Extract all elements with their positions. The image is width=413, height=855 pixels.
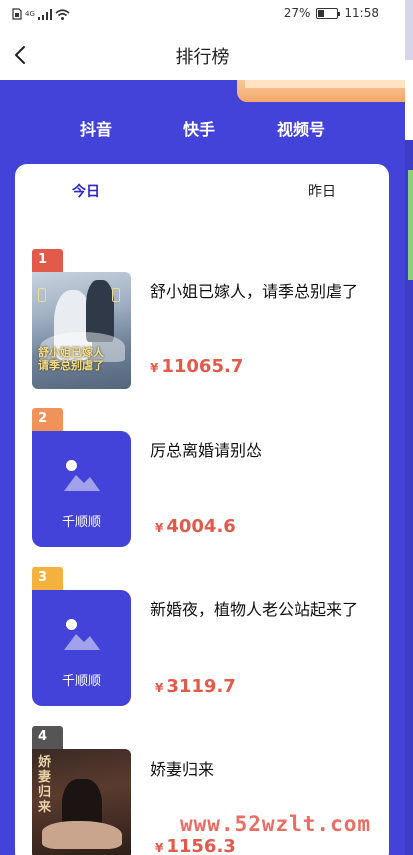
watermark: www.52wzlt.com <box>180 812 372 836</box>
page-title: 排行榜 <box>175 47 230 68</box>
poster-woman-figure <box>42 821 122 849</box>
revenue-value: 11065.7 <box>161 356 244 377</box>
image-placeholder-icon <box>64 475 100 491</box>
revenue-value: 3119.7 <box>166 676 236 697</box>
status-bar: 4G 27% 11:58 <box>0 0 413 60</box>
tab-yesterday[interactable]: 昨日 <box>308 181 336 201</box>
poster-ornament <box>38 288 46 302</box>
currency-symbol: ¥ <box>155 681 164 695</box>
rank-badge: 3 <box>32 567 63 591</box>
banner-decoration <box>237 80 405 102</box>
drama-title[interactable]: 娇妻归来 <box>150 756 214 780</box>
image-placeholder-icon <box>64 634 100 650</box>
wifi-icon <box>55 8 70 20</box>
currency-symbol: ¥ <box>155 841 164 855</box>
status-icons-left: 4G <box>12 8 70 20</box>
drama-cover-placeholder[interactable]: 千顺顺 <box>32 431 131 547</box>
drama-revenue: ¥3119.7 <box>155 676 236 697</box>
drama-cover-poster[interactable]: 舒小姐已嫁人 请季总别虐了 <box>32 272 131 389</box>
rank-badge: 2 <box>32 408 63 432</box>
battery-icon <box>316 7 341 19</box>
platform-tabs: 抖音 快手 视频号 <box>0 116 405 146</box>
drama-revenue: ¥11065.7 <box>150 356 243 377</box>
drama-title[interactable]: 新婚夜，植物人老公站起来了 <box>150 596 358 620</box>
drama-revenue: ¥4004.6 <box>155 516 236 537</box>
currency-symbol: ¥ <box>155 521 164 535</box>
tab-today[interactable]: 今日 <box>72 181 100 201</box>
drama-revenue: ¥1156.3 <box>155 836 236 855</box>
signal-icon <box>37 8 52 20</box>
placeholder-label: 千顺顺 <box>61 515 101 530</box>
network-type: 4G <box>25 9 35 18</box>
poster-title-art: 娇妻归来 <box>38 755 52 815</box>
revenue-value: 4004.6 <box>166 516 236 537</box>
status-icons-right: 27% 11:58 <box>284 6 379 20</box>
poster-title-art: 舒小姐已嫁人 请季总别虐了 <box>38 346 104 372</box>
rank-badge: 4 <box>32 726 63 750</box>
tab-shipinhao[interactable]: 视频号 <box>277 116 325 140</box>
revenue-value: 1156.3 <box>166 836 236 855</box>
sim-icon <box>12 8 22 20</box>
tab-douyin[interactable]: 抖音 <box>80 116 112 140</box>
drama-title[interactable]: 舒小姐已嫁人，请季总别虐了 <box>150 278 358 302</box>
edge-indicator <box>408 170 413 280</box>
edge-shadow <box>405 0 413 60</box>
currency-symbol: ¥ <box>150 361 159 375</box>
nav-header: 排行榜 <box>0 30 405 80</box>
placeholder-label: 千顺顺 <box>61 674 101 689</box>
drama-cover-placeholder[interactable]: 千顺顺 <box>32 590 131 706</box>
ranking-card: 今日 昨日 1 舒小姐已嫁人 请季总别虐了 舒小姐已嫁人，请季总别虐了 ¥110… <box>15 164 389 855</box>
tab-kuaishou[interactable]: 快手 <box>183 116 215 140</box>
poster-ornament <box>112 288 120 302</box>
drama-title[interactable]: 厉总离婚请别怂 <box>150 437 262 461</box>
battery-percent: 27% <box>283 6 311 20</box>
drama-cover-poster[interactable]: 娇妻归来 <box>32 749 131 855</box>
clock: 11:58 <box>344 6 379 20</box>
rank-badge: 1 <box>32 249 63 273</box>
